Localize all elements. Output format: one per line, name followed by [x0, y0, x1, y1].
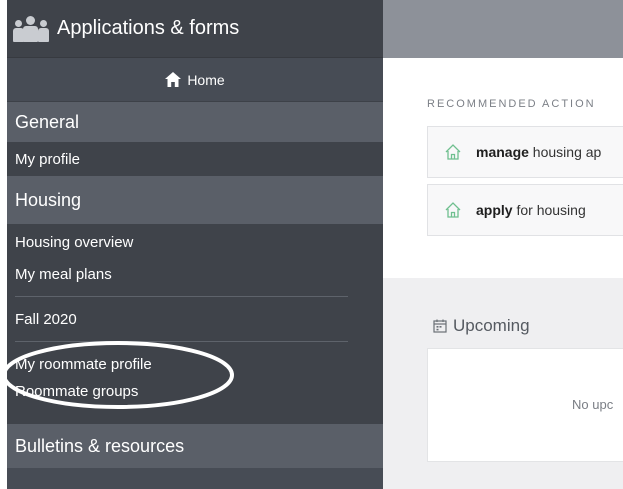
action-text: apply for housing: [476, 202, 586, 218]
section-bulletins[interactable]: Bulletins & resources: [7, 424, 383, 468]
section-general[interactable]: General: [7, 102, 383, 142]
top-bar: [383, 0, 623, 58]
recommended-panel: RECOMMENDED ACTION manage housing ap app…: [383, 58, 623, 278]
upcoming-title: Upcoming: [433, 316, 530, 336]
upcoming-empty-text: No upc: [572, 397, 614, 412]
home-icon: [165, 72, 182, 87]
nav-my-roommate-profile[interactable]: My roommate profile: [7, 348, 383, 380]
app-header: Applications & forms: [7, 0, 383, 58]
housing-items: Housing overview My meal plans Fall 2020…: [7, 224, 383, 424]
divider: [15, 341, 348, 342]
action-manage-housing[interactable]: manage housing ap: [427, 126, 623, 178]
house-outline-icon: [445, 202, 461, 218]
nav-housing-overview[interactable]: Housing overview: [7, 226, 383, 258]
calendar-icon: [433, 319, 447, 333]
main-content: RECOMMENDED ACTION manage housing ap app…: [383, 58, 623, 489]
home-link[interactable]: Home: [7, 58, 383, 102]
nav-my-profile[interactable]: My profile: [7, 142, 383, 176]
divider: [15, 296, 348, 297]
action-text: manage housing ap: [476, 144, 602, 160]
general-items: My profile: [7, 142, 383, 176]
action-apply-housing[interactable]: apply for housing: [427, 184, 623, 236]
nav-my-meal-plans[interactable]: My meal plans: [7, 258, 383, 290]
app-title: Applications & forms: [57, 17, 240, 39]
sidebar: Applications & forms Home General My pro…: [7, 0, 383, 489]
nav-roommate-groups[interactable]: Roommate groups: [7, 380, 383, 402]
recommended-title: RECOMMENDED ACTION: [427, 98, 596, 110]
upcoming-card: No upc: [427, 348, 623, 462]
section-housing[interactable]: Housing: [7, 176, 383, 224]
home-label: Home: [187, 71, 225, 88]
people-icon: [13, 15, 49, 42]
nav-fall-2020[interactable]: Fall 2020: [7, 303, 383, 335]
house-outline-icon: [445, 144, 461, 160]
